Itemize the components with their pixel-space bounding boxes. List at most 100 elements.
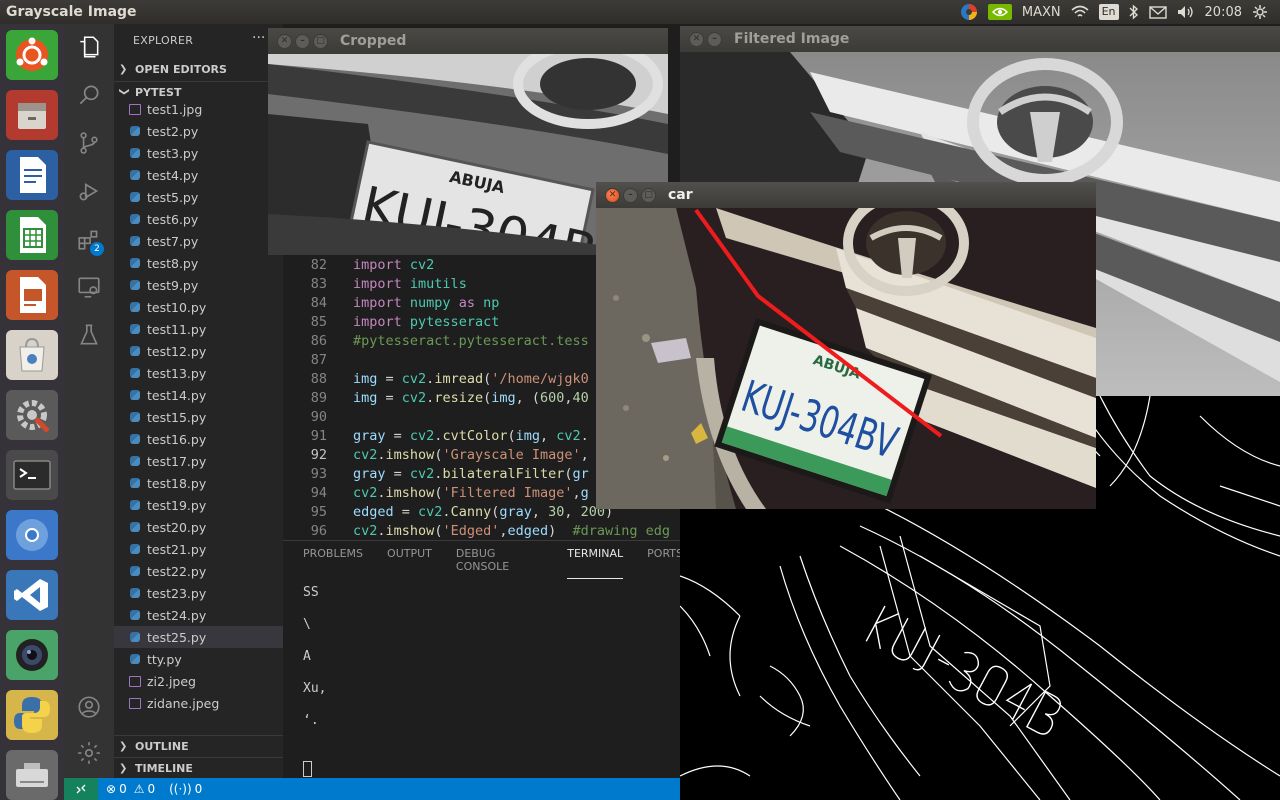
file-item[interactable]: zi2.jpeg	[114, 670, 283, 692]
bluetooth-icon[interactable]	[1129, 3, 1139, 21]
source-control-icon[interactable]	[64, 120, 114, 166]
file-item[interactable]: zidane.jpeg	[114, 692, 283, 714]
code-token: edged	[353, 504, 394, 520]
python-icon[interactable]	[6, 690, 58, 740]
file-item[interactable]: test24.py	[114, 604, 283, 626]
search-icon[interactable]	[64, 72, 114, 118]
close-button[interactable]: ✕	[605, 187, 620, 203]
file-name: test17.py	[147, 453, 207, 469]
file-item[interactable]: test11.py	[114, 318, 283, 340]
vscode-icon[interactable]	[6, 570, 58, 620]
tab-ports[interactable]: PORTS	[647, 547, 683, 579]
extensions-badge: 2	[90, 242, 104, 256]
tab-output[interactable]: OUTPUT	[387, 547, 432, 579]
session-gear-icon[interactable]	[1252, 3, 1268, 21]
extensions-icon[interactable]: 2	[64, 216, 114, 262]
remote-explorer-icon[interactable]	[64, 264, 114, 310]
file-item[interactable]: test22.py	[114, 560, 283, 582]
file-item[interactable]: test20.py	[114, 516, 283, 538]
file-item[interactable]: test12.py	[114, 340, 283, 362]
window-title: Filtered Image	[734, 31, 850, 47]
terminal-cursor[interactable]	[303, 761, 312, 777]
line-number: 91	[310, 428, 327, 444]
code-token: imshow	[385, 447, 435, 463]
tab-terminal[interactable]: TERMINAL	[567, 547, 624, 579]
explorer-icon[interactable]	[64, 24, 114, 70]
file-item[interactable]: test21.py	[114, 538, 283, 560]
python-file-icon	[129, 609, 141, 621]
file-item[interactable]: test16.py	[114, 428, 283, 450]
writer-icon[interactable]	[6, 150, 58, 200]
minimize-button[interactable]: –	[623, 187, 638, 203]
calc-icon[interactable]	[6, 210, 58, 260]
problems-status[interactable]: ⊗ 0 ⚠ 0	[106, 782, 155, 796]
file-item[interactable]: test25.py	[114, 626, 283, 648]
file-item[interactable]: test2.py	[114, 120, 283, 142]
volume-icon[interactable]	[1177, 3, 1195, 21]
file-item[interactable]: test9.py	[114, 274, 283, 296]
code-token: img	[353, 371, 378, 387]
file-item[interactable]: test4.py	[114, 164, 283, 186]
file-item[interactable]: test19.py	[114, 494, 283, 516]
code-line[interactable]: 96 cv2.imshow('Edged',edged) #drawing edg	[283, 522, 683, 540]
accounts-icon[interactable]	[64, 684, 114, 730]
clock[interactable]: 20:08	[1205, 5, 1242, 20]
outline-section[interactable]: ❯ OUTLINE	[114, 735, 283, 757]
camera-app-icon[interactable]	[6, 630, 58, 680]
wifi-icon[interactable]	[1071, 3, 1089, 21]
code-token: 30	[548, 504, 565, 520]
usb-drive-icon[interactable]	[6, 750, 58, 800]
terminal-icon[interactable]	[6, 450, 58, 500]
file-item[interactable]: test10.py	[114, 296, 283, 318]
maximize-button[interactable]: □	[641, 187, 656, 203]
close-button[interactable]: ✕	[277, 33, 292, 49]
keyboard-layout[interactable]: En	[1098, 4, 1119, 20]
filtered-image-titlebar[interactable]: ✕ – Filtered Image	[680, 26, 1280, 52]
car-titlebar[interactable]: ✕ – □ car	[596, 182, 1096, 208]
files-icon[interactable]	[6, 90, 58, 140]
system-settings-icon[interactable]	[6, 390, 58, 440]
bottom-panel: PROBLEMS OUTPUT DEBUG CONSOLE TERMINAL P…	[283, 540, 683, 778]
maximize-button[interactable]: □	[313, 33, 328, 49]
code-token: import	[353, 295, 402, 311]
mail-icon[interactable]	[1148, 3, 1167, 21]
file-item[interactable]: test23.py	[114, 582, 283, 604]
color-wheel-icon[interactable]	[960, 3, 978, 21]
file-item[interactable]: test6.py	[114, 208, 283, 230]
file-item[interactable]: test15.py	[114, 406, 283, 428]
file-item[interactable]: test8.py	[114, 252, 283, 274]
line-number: 82	[310, 257, 327, 273]
minimize-button[interactable]: –	[295, 33, 310, 49]
file-item[interactable]: test18.py	[114, 472, 283, 494]
file-item[interactable]: test7.py	[114, 230, 283, 252]
file-item[interactable]: test13.py	[114, 362, 283, 384]
minimize-button[interactable]: –	[707, 31, 722, 47]
cropped-titlebar[interactable]: ✕ – □ Cropped	[268, 28, 668, 54]
file-item[interactable]: test1.jpg	[114, 98, 283, 120]
file-item[interactable]: test14.py	[114, 384, 283, 406]
software-center-icon[interactable]	[6, 330, 58, 380]
ubuntu-dash-icon[interactable]	[6, 30, 58, 80]
code-token: ,	[580, 447, 589, 463]
open-editors-section[interactable]: ❯ OPEN EDITORS	[114, 58, 283, 80]
file-item[interactable]: tty.py	[114, 648, 283, 670]
run-debug-icon[interactable]	[64, 168, 114, 214]
impress-icon[interactable]	[6, 270, 58, 320]
power-mode-label[interactable]: MAXN	[1022, 5, 1061, 20]
remote-indicator-icon[interactable]	[64, 778, 98, 800]
nvidia-icon[interactable]	[987, 3, 1012, 21]
testing-flask-icon[interactable]	[64, 312, 114, 358]
file-item[interactable]: test5.py	[114, 186, 283, 208]
file-item[interactable]: test17.py	[114, 450, 283, 472]
manage-gear-icon[interactable]	[64, 730, 114, 776]
chromium-icon[interactable]	[6, 510, 58, 560]
file-item[interactable]: test3.py	[114, 142, 283, 164]
ports-status[interactable]: ((·)) 0	[169, 782, 202, 796]
explorer-more-button[interactable]: ···	[252, 30, 265, 46]
close-button[interactable]: ✕	[689, 31, 704, 47]
car-image-window[interactable]: ✕ – □ car ABUJA KUJ-304BV	[596, 182, 1096, 509]
tab-problems[interactable]: PROBLEMS	[303, 547, 363, 579]
timeline-section[interactable]: ❯ TIMELINE	[114, 757, 283, 779]
tab-debug-console[interactable]: DEBUG CONSOLE	[456, 547, 543, 579]
